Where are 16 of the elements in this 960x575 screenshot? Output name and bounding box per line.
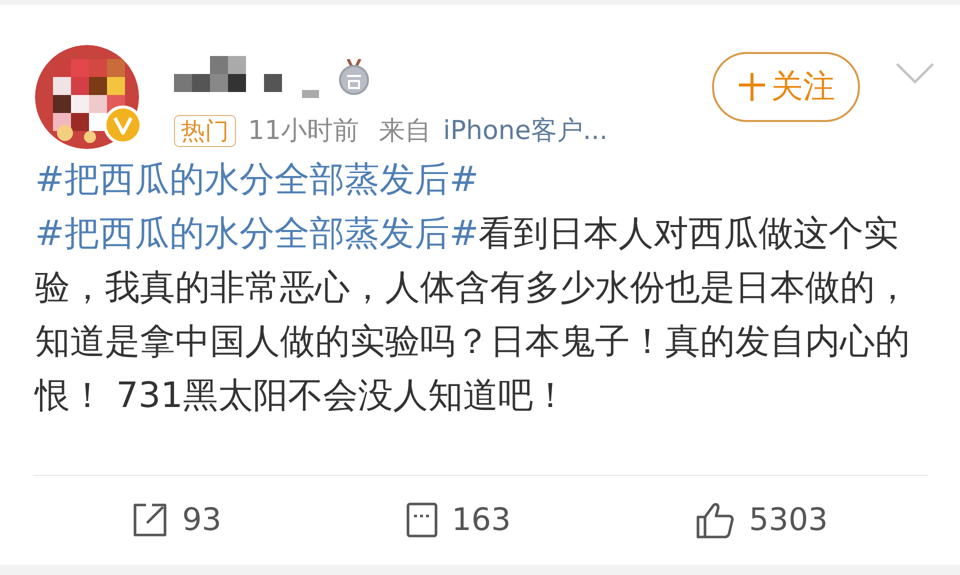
repost-button[interactable]: 93	[124, 497, 230, 543]
like-button[interactable]: 5303	[687, 497, 836, 543]
plus-icon	[737, 72, 767, 102]
follow-button[interactable]: 关注	[712, 52, 860, 122]
hot-tag: 热门	[174, 114, 236, 146]
hashtag-link[interactable]: #把西瓜的水分全部蒸发后#	[35, 160, 479, 200]
share-icon	[132, 502, 168, 538]
comment-icon	[406, 502, 438, 538]
hashtag-link[interactable]: #把西瓜的水分全部蒸发后#	[35, 214, 479, 254]
chevron-down-icon[interactable]	[895, 62, 935, 86]
post-text: #把西瓜的水分全部蒸发后# #把西瓜的水分全部蒸发后#看到日本人对西瓜做这个实验，我真的非常恶心，人体含有多少水份也是日本做的，知道是拿中国人做的实验吗？日本鬼子！真的发自内心的恨！ 731黑太阳不会没人知道吧！	[33, 159, 911, 418]
comment-button[interactable]: 163	[398, 497, 519, 543]
source-link[interactable]: iPhone客户...	[443, 113, 608, 148]
source-label: 来自	[379, 115, 432, 148]
post-time: 11小时前	[248, 115, 360, 148]
thumbs-up-icon	[695, 501, 736, 539]
